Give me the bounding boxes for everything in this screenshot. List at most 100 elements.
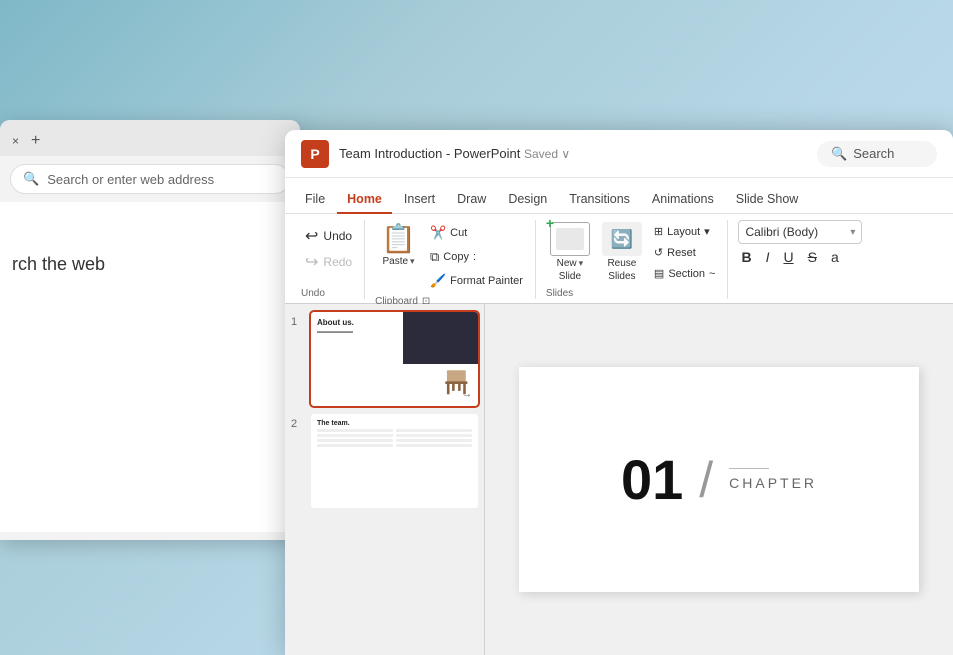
new-slide-label: New [557,258,577,269]
new-slide-plus-icon: + [546,215,554,231]
font-group: Calibri (Body) ▾ B I U S a [730,220,870,299]
browser-window: × + 🔍 Search or enter web address rch th… [0,120,300,540]
slide2-col1 [317,429,393,449]
browser-tab-close[interactable]: × [8,132,23,150]
italic-button[interactable]: I [763,248,773,266]
slide-thumb-1: 1 About us. ▬▬▬▬▬▬ [291,312,478,406]
slides-group-label: Slides [546,284,720,299]
slide-thumb-2: 2 The team. [291,414,478,508]
copy-arrow[interactable]: : [473,251,476,263]
font-more-button[interactable]: a [828,248,842,266]
ppt-title-text: Team Introduction - PowerPoint [339,146,520,161]
ribbon-content: ↩ Undo ↪ Redo Undo 📋 Paste ▾ [285,214,953,304]
tab-design[interactable]: Design [498,186,557,214]
cut-icon: ✂️ [430,225,446,241]
slide2-team-text: The team. [317,420,472,427]
layout-label: Layout [667,226,700,238]
ppt-logo: P [301,140,329,168]
reuse-label2: Slides [608,271,635,282]
slide2-col2 [396,429,472,449]
ppt-saved-label: Saved ∨ [524,147,570,161]
slide2-line5 [396,429,472,432]
strikethrough-button[interactable]: S [805,248,820,266]
redo-icon: ↪ [305,252,318,272]
ppt-search-box[interactable]: 🔍 Search [817,141,937,167]
cut-label: Cut [450,227,467,239]
tab-insert[interactable]: Insert [394,186,445,214]
slide-number-1: 1 [291,312,305,328]
tab-transitions[interactable]: Transitions [559,186,640,214]
reuse-slides-button[interactable]: 🔄 Reuse Slides [598,220,646,284]
slide2-line2 [317,434,393,437]
slide2-line7 [396,439,472,442]
browser-tab-add[interactable]: + [27,130,44,152]
copy-label: Copy [443,251,469,263]
ppt-titlebar: P Team Introduction - PowerPoint Saved ∨… [285,130,953,178]
section-button[interactable]: ▤ Section ~ [650,264,720,283]
tab-draw[interactable]: Draw [447,186,496,214]
slide2-line8 [396,444,472,447]
layout-arrow[interactable]: ▾ [704,225,710,238]
tab-animations[interactable]: Animations [642,186,724,214]
paste-dropdown-icon[interactable]: ▾ [410,256,415,267]
section-label: Section [668,268,705,280]
address-text: Search or enter web address [47,172,214,187]
cut-button[interactable]: ✂️ Cut [426,222,527,244]
section-arrow[interactable]: ~ [709,268,715,280]
chapter-decorative-line [729,468,769,469]
browser-tabs: × + [0,120,300,156]
format-painter-label: Format Painter [450,275,523,287]
clipboard-group: 📋 Paste ▾ ✂️ Cut ⧉ Copy : [367,220,536,299]
slide-panel: 1 About us. ▬▬▬▬▬▬ [285,304,485,655]
reset-icon: ↺ [654,246,663,259]
redo-button[interactable]: ↪ Redo [301,250,356,274]
slides-group: + New ▾ Slide 🔄 Reuse Slides [538,220,729,299]
slide-preview-2[interactable]: The team. [311,414,478,508]
chapter-text: Chapter [729,475,817,491]
new-slide-button[interactable]: + New ▾ Slide [546,220,594,284]
chapter-slash: / [699,455,713,505]
section-icon: ▤ [654,267,664,280]
powerpoint-window: P Team Introduction - PowerPoint Saved ∨… [285,130,953,655]
new-slide-label2: Slide [559,271,581,282]
copy-icon: ⧉ [430,249,439,265]
slide2-line4 [317,444,393,447]
undo-icon: ↩ [305,226,318,246]
copy-button[interactable]: ⧉ Copy : [426,246,527,268]
undo-button[interactable]: ↩ Undo [301,224,356,248]
ribbon-tabs: File Home Insert Draw Design Transitions… [285,178,953,214]
ppt-main: 1 About us. ▬▬▬▬▬▬ [285,304,953,655]
new-slide-arrow[interactable]: ▾ [579,258,584,269]
paste-button[interactable]: 📋 Paste ▾ [375,220,422,269]
browser-addressbar[interactable]: 🔍 Search or enter web address [10,164,290,194]
slide-1-content: About us. ▬▬▬▬▬▬ → [311,312,478,406]
slide1-arrow-icon: → [462,389,472,400]
tab-file[interactable]: File [295,186,335,214]
main-slide[interactable]: 01 / Chapter [519,367,919,592]
layout-button[interactable]: ⊞ Layout ▾ [650,222,720,241]
reset-button[interactable]: ↺ Reset [650,243,720,262]
format-painter-button[interactable]: 🖌️ Format Painter [426,270,527,292]
clipboard-right: ✂️ Cut ⧉ Copy : 🖌️ Format Painter [426,220,527,292]
new-slide-preview [556,228,584,250]
reuse-label: Reuse [607,258,636,269]
reset-label: Reset [667,247,696,259]
font-dropdown-icon[interactable]: ▾ [850,227,855,238]
undo-group-label: Undo [301,284,325,299]
redo-label: Redo [323,255,352,269]
font-name-display: Calibri (Body) [745,225,818,239]
tab-slideshow[interactable]: Slide Show [726,186,809,214]
tab-home[interactable]: Home [337,186,392,214]
slide-2-content: The team. [311,414,478,508]
browser-search-display: rch the web [12,254,288,275]
slide2-line6 [396,434,472,437]
layout-section-group: ⊞ Layout ▾ ↺ Reset ▤ Section ~ [650,220,720,283]
bold-button[interactable]: B [738,248,754,266]
slide-number-2: 2 [291,414,305,430]
paste-label: Paste [382,256,408,267]
slide2-cols [317,429,472,449]
underline-button[interactable]: U [780,248,796,266]
browser-content: rch the web [0,202,300,532]
slide-preview-1[interactable]: About us. ▬▬▬▬▬▬ → [311,312,478,406]
font-selector[interactable]: Calibri (Body) ▾ [738,220,862,244]
